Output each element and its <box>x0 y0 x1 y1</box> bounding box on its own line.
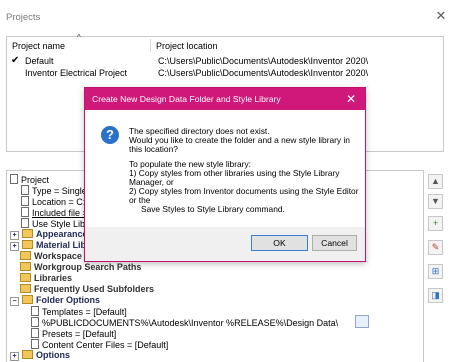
setting-icon <box>21 196 29 206</box>
setting-icon <box>21 218 29 228</box>
project-location: C:\Users\Public\Documents\Autodesk\Inven… <box>158 56 369 66</box>
tree-item-workspace[interactable]: Workspace <box>20 251 82 262</box>
project-location: C:\Users\Public\Documents\Autodesk\Inven… <box>158 68 369 78</box>
browse-path-button[interactable] <box>355 315 369 328</box>
project-name: Inventor Electrical Project <box>25 68 128 78</box>
folder-icon <box>22 240 33 249</box>
folder-icon <box>20 251 31 260</box>
expand-icon[interactable]: + <box>10 352 19 361</box>
tree-item-label: Folder Options <box>36 295 100 305</box>
folder-icon <box>20 262 31 271</box>
dialog-close-icon[interactable]: ✕ <box>343 91 359 107</box>
tree-item-label: Libraries <box>34 273 73 283</box>
project-row-default[interactable]: ✔ Default C:\Users\Public\Documents\Auto… <box>9 55 441 67</box>
tree-item-presets[interactable]: Presets = [Default] <box>31 328 116 339</box>
column-separator[interactable] <box>150 39 151 52</box>
tree-item-options[interactable]: + Options <box>10 350 70 361</box>
find-icon[interactable]: ⊞ <box>428 264 443 279</box>
ok-button[interactable]: OK <box>251 235 308 251</box>
dialog-message-line: 2) Copy styles from Inventor documents u… <box>129 186 359 196</box>
setting-icon <box>21 207 29 217</box>
folder-icon <box>20 284 31 293</box>
column-header-project-name[interactable]: Project name <box>12 41 65 51</box>
move-up-icon[interactable]: ▲ <box>428 174 443 189</box>
setting-icon <box>31 328 39 338</box>
expand-icon[interactable]: + <box>10 231 19 240</box>
project-row-electrical[interactable]: Inventor Electrical Project C:\Users\Pub… <box>9 67 441 79</box>
tree-item-label: Presets = [Default] <box>42 329 117 339</box>
folder-icon <box>22 350 33 359</box>
move-down-icon[interactable]: ▼ <box>428 194 443 209</box>
tree-item-templates[interactable]: Templates = [Default] <box>31 306 127 317</box>
tree-root[interactable]: Project <box>10 174 49 185</box>
tree-item-label: Options <box>36 350 70 360</box>
project-name: Default <box>25 56 54 66</box>
browse-icon[interactable]: ◨ <box>428 288 443 303</box>
collapse-icon[interactable]: − <box>10 297 19 306</box>
window-close-icon[interactable]: ✕ <box>433 8 449 24</box>
active-check-icon: ✔ <box>11 55 20 66</box>
dialog-message-line: Save Styles to Style Library command. <box>141 204 285 214</box>
folder-icon <box>22 229 33 238</box>
cancel-button[interactable]: Cancel <box>312 235 357 251</box>
tree-item-workgroup[interactable]: Workgroup Search Paths <box>20 262 141 273</box>
edit-icon[interactable]: ✎ <box>428 240 443 255</box>
tree-item-folder-options[interactable]: − Folder Options <box>10 295 100 306</box>
setting-icon <box>31 317 39 327</box>
setting-icon <box>31 339 39 349</box>
add-path-icon[interactable]: + <box>428 216 443 231</box>
tree-item-frequent[interactable]: Frequently Used Subfolders <box>20 284 154 295</box>
dialog-message-line: this location? <box>129 144 178 154</box>
setting-icon <box>31 306 39 316</box>
tree-item-label: Frequently Used Subfolders <box>34 284 155 294</box>
tree-item-label: Workgroup Search Paths <box>34 262 142 272</box>
question-icon: ? <box>101 126 119 144</box>
column-header-project-location[interactable]: Project location <box>156 41 218 51</box>
create-folder-dialog: Create New Design Data Folder and Style … <box>84 87 366 262</box>
tree-root-label: Project <box>21 175 50 185</box>
project-icon <box>10 174 18 184</box>
tree-item-content-center[interactable]: Content Center Files = [Default] <box>31 339 168 350</box>
tree-item-label: Workspace <box>34 251 82 261</box>
sort-caret-icon: ^ <box>77 33 81 42</box>
window-titlebar <box>0 0 474 30</box>
dialog-title: Create New Design Data Folder and Style … <box>92 94 281 104</box>
tree-item-design-data[interactable]: %PUBLICDOCUMENTS%\Autodesk\Inventor %REL… <box>31 317 338 328</box>
setting-icon <box>21 185 29 195</box>
expand-icon[interactable]: + <box>10 242 19 251</box>
tree-item-libraries[interactable]: Libraries <box>20 273 72 284</box>
folder-icon <box>22 295 33 304</box>
window-title: Projects <box>6 12 41 23</box>
tree-item-label: Content Center Files = [Default] <box>42 340 169 350</box>
design-data-path[interactable]: %PUBLICDOCUMENTS%\Autodesk\Inventor %REL… <box>42 318 338 328</box>
folder-icon <box>20 273 31 282</box>
tree-item-label: Templates = [Default] <box>42 307 127 317</box>
